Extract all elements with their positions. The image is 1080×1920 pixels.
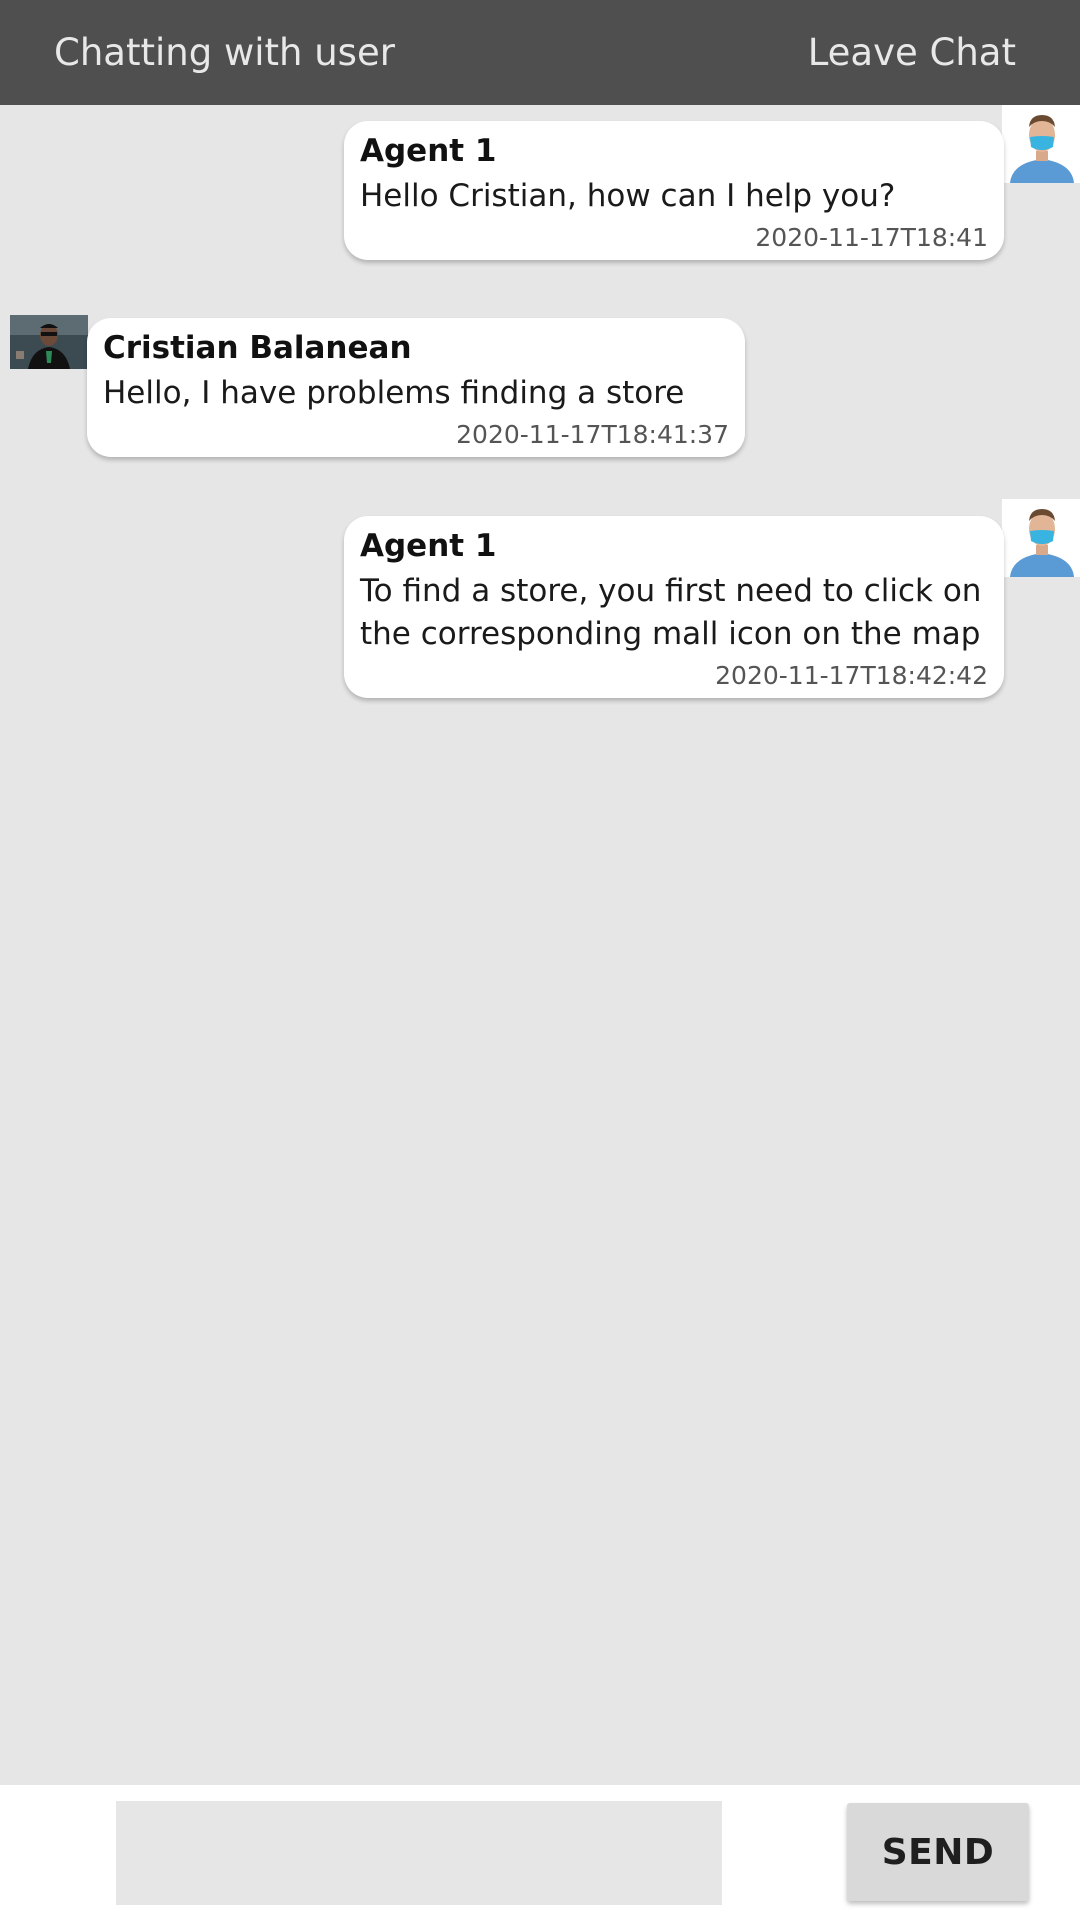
agent-avatar-icon	[1002, 105, 1080, 183]
message-bubble: Cristian Balanean Hello, I have problems…	[87, 318, 745, 457]
message-bubble: Agent 1 Hello Cristian, how can I help y…	[344, 121, 1004, 260]
message-sender: Agent 1	[360, 133, 497, 169]
message-sender: Cristian Balanean	[103, 330, 412, 366]
send-button[interactable]: SEND	[847, 1803, 1029, 1901]
message-list: Agent 1 Hello Cristian, how can I help y…	[0, 105, 1080, 1785]
message-timestamp: 2020-11-17T18:42:42	[715, 661, 988, 690]
message-text: Hello, I have problems finding a store	[103, 375, 685, 411]
user-avatar-icon	[10, 315, 88, 369]
message-timestamp: 2020-11-17T18:41	[755, 223, 988, 252]
message-timestamp: 2020-11-17T18:41:37	[456, 420, 729, 449]
message-input[interactable]	[116, 1801, 722, 1905]
message-bubble: Agent 1 To find a store, you first need …	[344, 516, 1004, 698]
chat-title: Chatting with user	[54, 31, 395, 74]
message-text: To find a store, you first need to click…	[360, 573, 982, 652]
message-text: Hello Cristian, how can I help you?	[360, 178, 896, 214]
leave-chat-button[interactable]: Leave Chat	[808, 31, 1016, 74]
chat-header: Chatting with user Leave Chat	[0, 0, 1080, 105]
message-composer: SEND	[0, 1785, 1080, 1920]
message-sender: Agent 1	[360, 528, 497, 564]
agent-avatar-icon	[1002, 499, 1080, 577]
